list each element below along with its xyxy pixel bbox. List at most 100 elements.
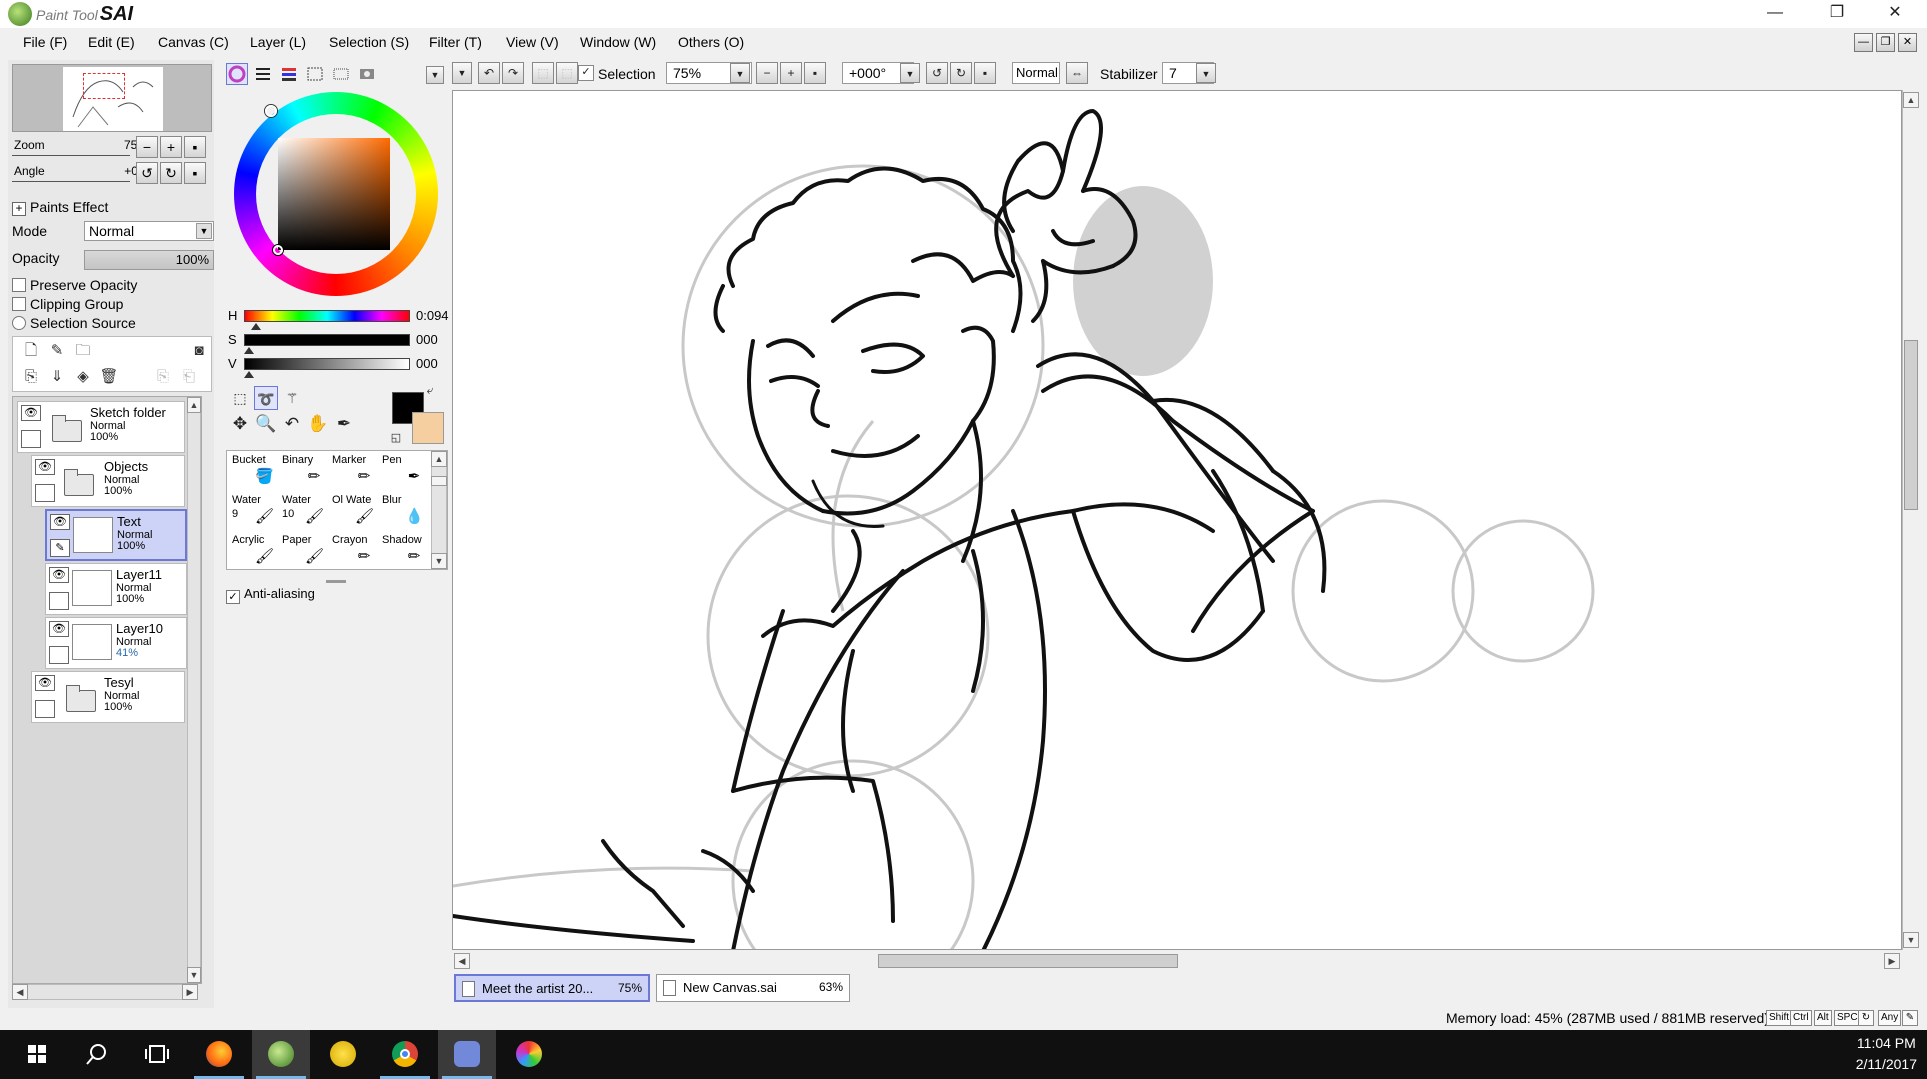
brush-pen[interactable]: Pen ✒ xyxy=(379,452,429,491)
anti-aliasing-checkbox[interactable]: ✓ Anti-aliasing xyxy=(226,586,315,604)
brush-marker[interactable]: Marker ✏ xyxy=(329,452,379,491)
scroll-left-icon[interactable]: ◀ xyxy=(12,984,28,1000)
taskbar-discord[interactable] xyxy=(438,1030,496,1079)
eye-icon[interactable]: 👁 xyxy=(49,621,69,637)
layer-item-sketch-folder[interactable]: 👁 Sketch folder Normal 100% xyxy=(17,401,185,453)
mdi-close-button[interactable]: ✕ xyxy=(1898,33,1917,52)
mixer-tab-icon[interactable] xyxy=(356,63,378,85)
menu-window[interactable]: Window (W) xyxy=(580,34,656,50)
color-wheel-tab-icon[interactable] xyxy=(226,63,248,85)
merge-group-icon[interactable]: ⎗ xyxy=(179,367,199,387)
brush-paper[interactable]: Paper 🖌 xyxy=(279,532,329,571)
clear-layer-icon[interactable]: ◈ xyxy=(73,367,93,387)
tab-new-canvas[interactable]: New Canvas.sai 63% xyxy=(656,974,850,1002)
layer-item-tesyl[interactable]: 👁 Tesyl Normal 100% xyxy=(31,671,185,723)
taskbar-paint-palette[interactable] xyxy=(500,1030,558,1079)
taskbar-norton[interactable] xyxy=(314,1030,372,1079)
task-view-button[interactable] xyxy=(128,1030,186,1079)
lock-checkbox[interactable] xyxy=(21,430,41,448)
zoom-icon[interactable]: 🔍 xyxy=(254,412,278,436)
eye-icon[interactable]: 👁 xyxy=(21,405,41,421)
layer-hscrollbar[interactable]: ◀ ▶ xyxy=(12,984,198,1000)
delete-layer-icon[interactable]: 🗑 xyxy=(99,367,119,387)
zoom-chevron-icon[interactable]: ▼ xyxy=(730,63,750,83)
horizontal-scroll-thumb[interactable] xyxy=(878,954,1178,968)
brush-water-9[interactable]: Water 9 🖌 xyxy=(229,492,279,531)
scroll-left-icon[interactable]: ◀ xyxy=(454,953,470,969)
clipping-group-checkbox[interactable]: Clipping Group xyxy=(12,296,123,312)
rect-select-icon[interactable]: ⬚ xyxy=(228,386,252,410)
redo-icon[interactable]: ↷ xyxy=(502,62,524,84)
pen-lock-icon[interactable]: ✎ xyxy=(50,539,70,557)
eye-icon[interactable]: 👁 xyxy=(35,459,55,475)
menu-filter[interactable]: Filter (T) xyxy=(429,34,482,50)
panel-menu-chevron-icon[interactable]: ▼ xyxy=(426,66,444,84)
rotate-reset-button[interactable]: ▪ xyxy=(184,162,206,184)
eye-icon[interactable]: 👁 xyxy=(50,514,70,530)
value-bar[interactable] xyxy=(244,358,410,370)
taskbar-chrome[interactable] xyxy=(376,1030,434,1079)
new-linework-layer-icon[interactable]: ✎ xyxy=(47,341,67,361)
copy-layer-icon[interactable]: ⎘ xyxy=(21,367,41,387)
toolbar-menu-chevron-icon[interactable]: ▼ xyxy=(452,62,472,84)
mdi-minimize-button[interactable]: — xyxy=(1854,33,1873,52)
restore-button[interactable]: ❐ xyxy=(1814,0,1860,28)
tab-meet-the-artist[interactable]: Meet the artist 20... 75% xyxy=(454,974,650,1002)
preserve-opacity-checkbox[interactable]: Preserve Opacity xyxy=(12,277,137,293)
background-color-swatch[interactable] xyxy=(412,412,444,444)
rotate-icon[interactable]: ↶ xyxy=(280,412,304,436)
menu-layer[interactable]: Layer (L) xyxy=(250,34,306,50)
angle-chevron-icon[interactable]: ▼ xyxy=(900,63,920,83)
brush-scrollbar[interactable]: ▲ ▼ xyxy=(431,451,447,569)
taskbar-firefox[interactable] xyxy=(190,1030,248,1079)
magic-wand-icon[interactable]: ⚚ xyxy=(280,386,304,410)
zoom-reset-toolbar-button[interactable]: ▪ xyxy=(804,62,826,84)
scroll-up-icon[interactable]: ▲ xyxy=(431,451,447,467)
lock-checkbox[interactable] xyxy=(49,592,69,610)
navigator-viewport[interactable] xyxy=(83,73,125,99)
apply-mask-icon[interactable]: ⎘ xyxy=(153,367,173,387)
selection-checkbox[interactable]: ✓ xyxy=(578,65,594,81)
rotate-right-button[interactable]: ↻ xyxy=(160,162,182,184)
hue-slider[interactable]: H 0:094 xyxy=(226,308,450,330)
layer-item-text[interactable]: 👁 ✎ Text Normal 100% xyxy=(45,509,187,561)
menu-view[interactable]: View (V) xyxy=(506,34,559,50)
saturation-bar[interactable] xyxy=(244,334,410,346)
zoom-reset-button[interactable]: ▪ xyxy=(184,136,206,158)
layer-item-layer11[interactable]: 👁 Layer11 Normal 100% xyxy=(45,563,187,615)
zoom-in-button[interactable]: + xyxy=(160,136,182,158)
rotate-ccw-icon[interactable]: ↺ xyxy=(926,62,948,84)
scroll-down-icon[interactable]: ▼ xyxy=(187,967,201,983)
scroll-down-icon[interactable]: ▼ xyxy=(431,553,447,569)
navigator-preview[interactable] xyxy=(12,64,212,132)
menu-edit[interactable]: Edit (E) xyxy=(88,34,135,50)
invert-selection-icon[interactable]: ⬚ xyxy=(556,62,578,84)
eye-icon[interactable]: 👁 xyxy=(49,567,69,583)
lasso-select-icon[interactable]: ➰ xyxy=(254,386,278,410)
brush-water-10[interactable]: Water 10 🖌 xyxy=(279,492,329,531)
layer-scrollbar[interactable]: ▲ ▼ xyxy=(187,397,201,983)
scroll-thumb[interactable] xyxy=(431,476,447,486)
brush-oil-water[interactable]: Ol Wate 🖌 xyxy=(329,492,379,531)
new-layer-icon[interactable]: 🗋 xyxy=(21,341,41,361)
start-button[interactable] xyxy=(8,1030,66,1079)
opacity-slider[interactable]: 100% xyxy=(84,250,214,270)
saturation-value-square[interactable] xyxy=(273,138,390,255)
canvas-vertical-scrollbar[interactable]: ▲ ▼ xyxy=(1902,90,1920,950)
brush-shadow[interactable]: Shadow ✏ xyxy=(379,532,429,571)
brush-blur[interactable]: Blur 💧 xyxy=(379,492,429,531)
close-button[interactable]: ✕ xyxy=(1872,0,1918,28)
system-clock[interactable]: 11:04 PM 2/11/2017 xyxy=(1856,1033,1917,1075)
zoom-out-toolbar-button[interactable]: − xyxy=(756,62,778,84)
lock-checkbox[interactable] xyxy=(49,646,69,664)
new-folder-icon[interactable]: 🗀 xyxy=(73,341,93,361)
layer-item-layer10[interactable]: 👁 Layer10 Normal 41% xyxy=(45,617,187,669)
layer-item-objects[interactable]: 👁 Objects Normal 100% xyxy=(31,455,185,507)
rotate-reset-icon[interactable]: ▪ xyxy=(974,62,996,84)
menu-file[interactable]: File (F) xyxy=(23,34,67,50)
scroll-down-icon[interactable]: ▼ xyxy=(1903,932,1919,948)
hue-bar[interactable] xyxy=(244,310,410,322)
brush-binary[interactable]: Binary ✏ xyxy=(279,452,329,491)
lock-checkbox[interactable] xyxy=(35,484,55,502)
selection-source-radio[interactable]: Selection Source xyxy=(12,315,136,331)
